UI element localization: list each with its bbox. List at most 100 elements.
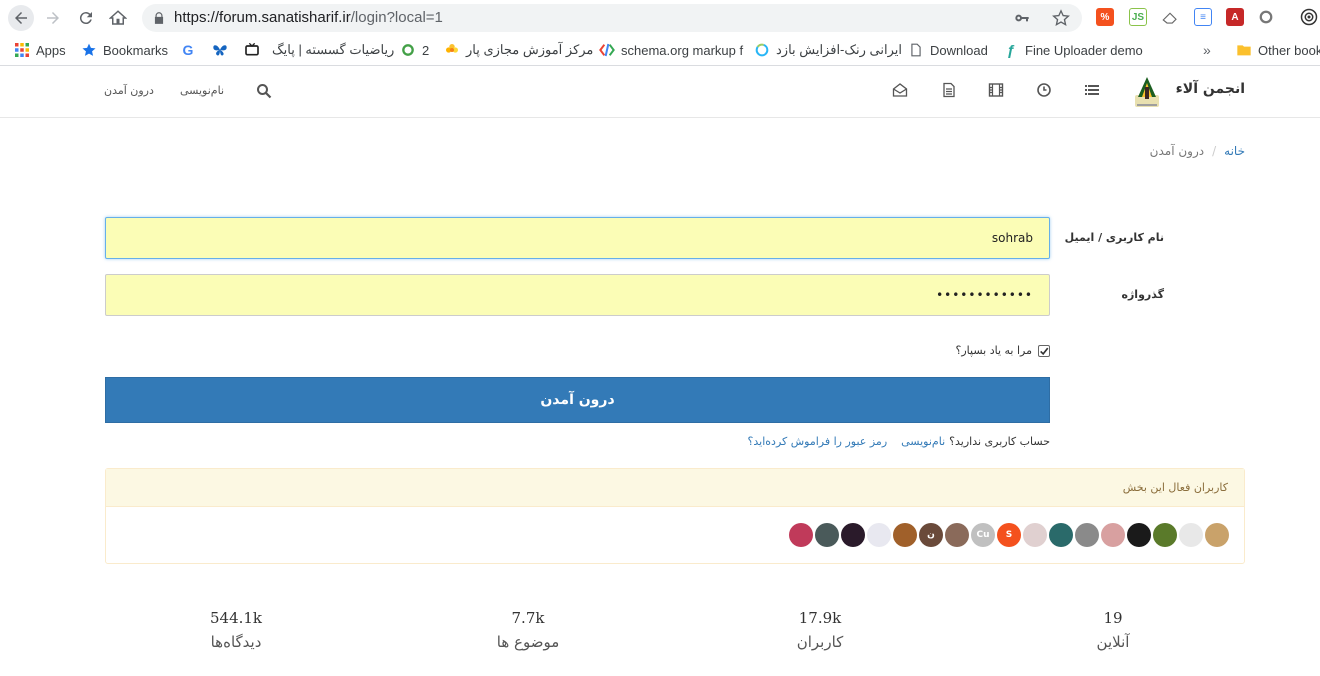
user-avatar[interactable]	[1179, 523, 1203, 547]
docs-nav[interactable]	[941, 82, 957, 98]
address-bar[interactable]: https://forum.sanatisharif.ir/login?loca…	[142, 4, 1082, 32]
extension-node-icon[interactable]: JS	[1129, 8, 1147, 26]
browser-toolbar: https://forum.sanatisharif.ir/login?loca…	[0, 0, 1320, 35]
search-button[interactable]	[256, 83, 272, 99]
search-icon	[257, 84, 272, 99]
back-button[interactable]	[8, 5, 34, 31]
account-links: حساب کاربری ندارید؟ نام‌نویسی رمز عبور ر…	[748, 435, 1050, 448]
home-button[interactable]	[105, 5, 131, 31]
bookmark-label: Fine Uploader demo	[1025, 42, 1143, 58]
bookmark-google[interactable]: G	[180, 41, 196, 59]
forgot-password-link[interactable]: رمز عبور را فراموش کرده‌اید؟	[748, 435, 888, 448]
username-input[interactable]	[105, 217, 1050, 259]
bookmark-label: Apps	[36, 42, 66, 58]
user-avatar[interactable]	[893, 523, 917, 547]
password-input[interactable]	[105, 274, 1050, 316]
stat-online: 19 آنلاین	[1053, 609, 1173, 651]
extension-pdf-icon[interactable]: A	[1226, 8, 1244, 26]
bookmark-butterfly[interactable]	[212, 41, 228, 59]
user-avatar[interactable]	[841, 523, 865, 547]
apps-grid-icon	[14, 42, 30, 58]
recent-nav[interactable]	[1036, 82, 1052, 98]
bookmark-label: مرکز آموزش مجازی پار	[466, 42, 594, 57]
alaa-logo-icon[interactable]	[1133, 73, 1161, 109]
user-avatar[interactable]	[1049, 523, 1073, 547]
extension-orange-icon[interactable]: %	[1096, 8, 1114, 26]
user-avatar[interactable]	[815, 523, 839, 547]
remember-me[interactable]: مرا به یاد بسپار؟	[956, 344, 1050, 357]
username-label: نام کاربری / ایمیل	[1064, 231, 1164, 244]
user-avatar[interactable]: S	[997, 523, 1021, 547]
url-host: https://forum.sanatisharif.ir	[174, 9, 351, 26]
bookmark-iranirank[interactable]: ایرانی رنک-افزایش بازد	[754, 41, 902, 59]
inbox-nav[interactable]	[892, 82, 908, 98]
tv-icon	[244, 42, 260, 58]
bookmark-apps[interactable]: Apps	[14, 41, 66, 59]
user-avatar[interactable]	[945, 523, 969, 547]
reload-button[interactable]	[73, 5, 99, 31]
forward-button[interactable]	[40, 5, 66, 31]
url-text: https://forum.sanatisharif.ir/login?loca…	[174, 9, 443, 26]
bookmark-bookmarks[interactable]: Bookmarks	[81, 41, 168, 59]
bookmark-virtual-center[interactable]: مرکز آموزش مجازی پار	[444, 41, 593, 59]
bookmark-discrete-math[interactable]: ریاضیات گسسته | پایگ	[272, 41, 401, 59]
bookmark-label: Download	[930, 42, 988, 58]
categories-nav[interactable]	[1084, 82, 1100, 98]
flower-icon	[444, 42, 460, 58]
user-avatar[interactable]	[1205, 523, 1229, 547]
bookmark-label: ریاضیات گسسته | پایگ	[272, 42, 395, 57]
stat-value: 17.9k	[798, 609, 842, 627]
media-nav[interactable]	[988, 82, 1004, 98]
register-link[interactable]: نام‌نویسی	[180, 84, 224, 97]
key-icon[interactable]	[1014, 10, 1030, 26]
user-avatar[interactable]	[1127, 523, 1151, 547]
bookmark-label: Bookmarks	[103, 42, 169, 58]
breadcrumb-separator: /	[1212, 144, 1217, 158]
folder-icon	[1236, 42, 1252, 58]
bookmark-tv[interactable]	[244, 41, 260, 59]
register-link-inline[interactable]: نام‌نویسی	[901, 435, 945, 448]
bookmark-label: schema.org markup f	[621, 42, 744, 58]
breadcrumb-home[interactable]: خانه	[1224, 144, 1245, 158]
login-submit-button[interactable]: درون آمدن	[105, 377, 1050, 423]
no-account-question: حساب کاربری ندارید؟	[949, 435, 1050, 448]
circle-loader-icon	[754, 42, 770, 58]
profile-avatar[interactable]	[1300, 8, 1318, 26]
bookmark-fine-uploader[interactable]: ƒ Fine Uploader demo	[1003, 41, 1143, 59]
user-avatar[interactable]	[867, 523, 891, 547]
extension-eraser-icon[interactable]	[1161, 8, 1179, 26]
bookmarks-overflow[interactable]: »	[1203, 41, 1211, 59]
stat-label: کاربران	[796, 633, 844, 651]
stat-value: 19	[1103, 609, 1123, 627]
remember-checkbox[interactable]	[1038, 344, 1050, 357]
login-link[interactable]: درون آمدن	[104, 84, 154, 97]
bookmark-label: ایرانی رنک-افزایش بازد	[776, 42, 903, 57]
active-users-avatars: S Cu ن	[789, 523, 1229, 547]
user-avatar[interactable]: Cu	[971, 523, 995, 547]
bookmark-2[interactable]: 2	[400, 41, 429, 59]
user-avatar[interactable]: ن	[919, 523, 943, 547]
arrow-right-icon	[47, 12, 59, 24]
stat-label: دیدگاه‌ها	[210, 633, 262, 651]
brand-title[interactable]: انجمن آلاء	[1176, 81, 1245, 97]
extension-grid-icon[interactable]: ≡	[1194, 8, 1212, 26]
active-users-panel: کاربران فعال این بخش	[105, 468, 1245, 564]
user-avatar[interactable]	[1153, 523, 1177, 547]
google-icon: G	[182, 42, 194, 58]
bookmark-star-icon[interactable]	[1052, 9, 1070, 27]
stat-label: موضوع ها	[496, 633, 560, 651]
extension-ring-icon[interactable]	[1257, 8, 1275, 26]
user-avatar[interactable]	[1101, 523, 1125, 547]
reload-icon	[79, 12, 92, 25]
bookmark-other[interactable]: Other bookm	[1236, 41, 1320, 59]
user-avatar[interactable]	[1075, 523, 1099, 547]
bookmark-schema[interactable]: schema.org markup f	[599, 41, 761, 59]
breadcrumb: خانه / درون آمدن	[1150, 144, 1245, 158]
arrow-left-icon	[15, 12, 27, 24]
list-icon	[1085, 85, 1099, 95]
user-avatar[interactable]	[1023, 523, 1047, 547]
active-users-title: کاربران فعال این بخش	[1122, 481, 1228, 494]
clock-icon	[1037, 83, 1051, 97]
bookmark-download[interactable]: Download	[908, 41, 988, 59]
user-avatar[interactable]	[789, 523, 813, 547]
